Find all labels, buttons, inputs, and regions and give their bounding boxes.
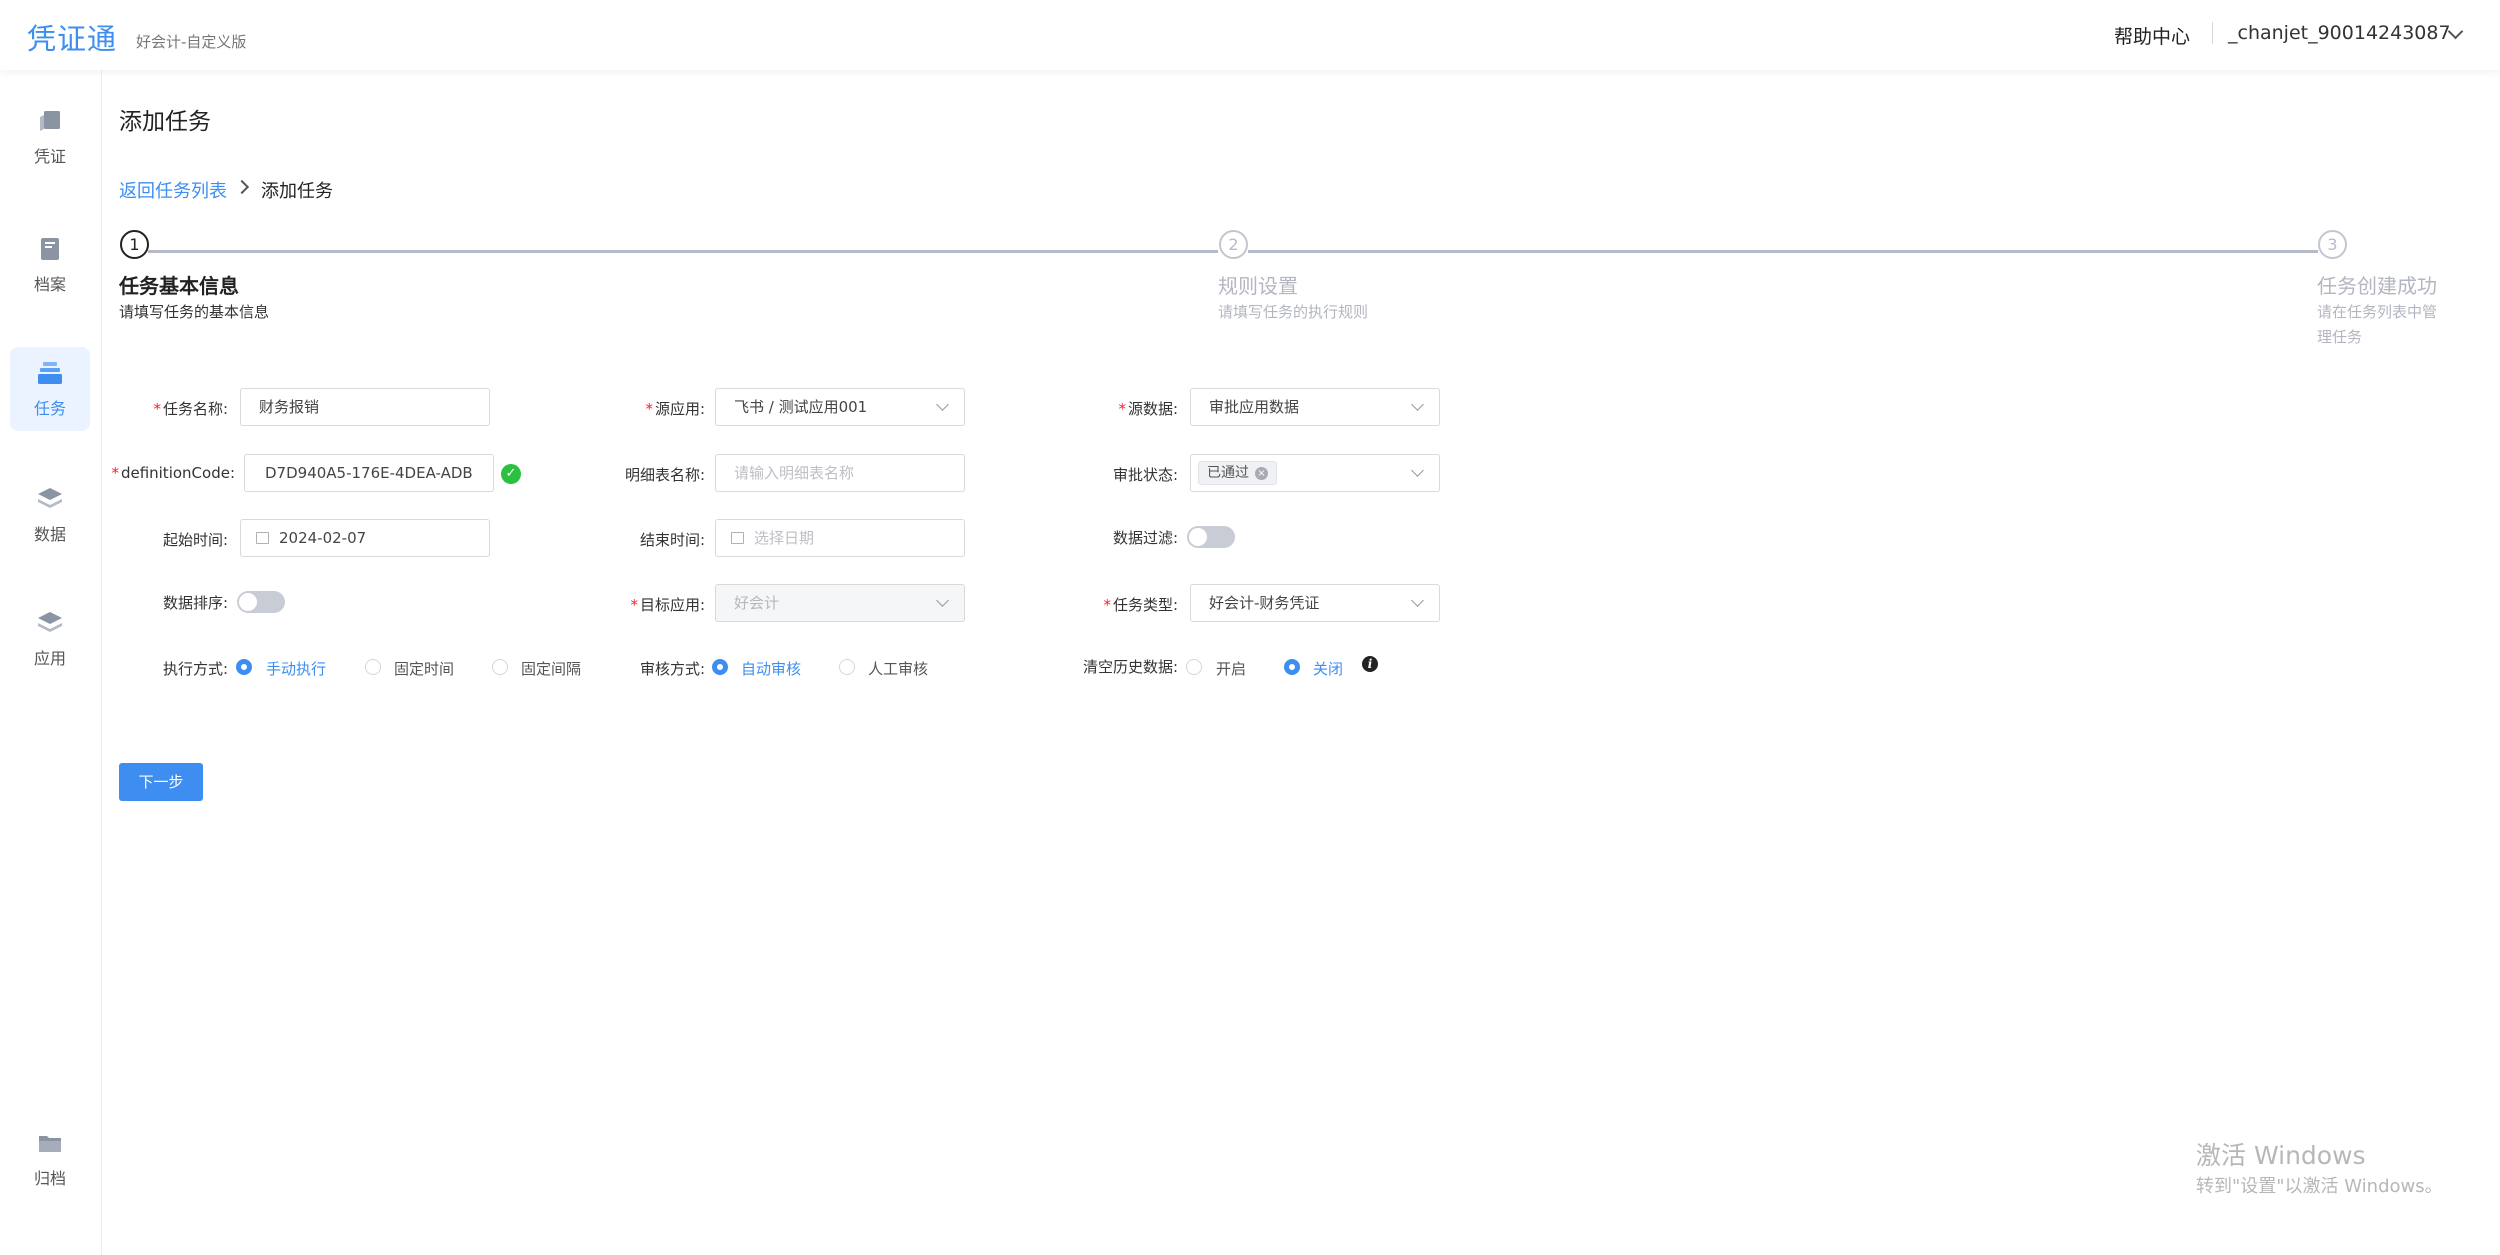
calendar-icon [731, 532, 744, 544]
radio-manual-review[interactable] [839, 659, 855, 675]
edition-label: 好会计-自定义版 [136, 33, 247, 51]
task-type-select[interactable]: 好会计-财务凭证 [1190, 584, 1440, 622]
detail-table-label: 明细表名称: [624, 466, 705, 484]
data-layers-icon [38, 488, 62, 508]
step-2-indicator: 2 [1219, 230, 1248, 259]
sidebar-item-label: 任务 [33, 399, 66, 418]
task-stack-icon [38, 362, 62, 384]
info-icon[interactable]: i [1362, 656, 1378, 672]
sidebar-item-data[interactable]: 数据 [10, 473, 90, 557]
next-step-button[interactable]: 下一步 [119, 763, 203, 801]
data-sort-switch[interactable] [237, 591, 285, 613]
radio-manual[interactable] [236, 659, 252, 675]
folder-icon [39, 1136, 61, 1152]
sidebar-item-folder[interactable]: 归档 [10, 1117, 90, 1201]
app-layers-icon [38, 612, 62, 632]
sidebar-item-archive[interactable]: 档案 [10, 223, 90, 307]
radio-auto-review-label[interactable]: 自动审核 [741, 658, 801, 679]
radio-auto-review[interactable] [712, 659, 728, 675]
end-time-label: 结束时间: [639, 531, 705, 549]
data-filter-switch[interactable] [1187, 526, 1235, 548]
sidebar-item-voucher[interactable]: 凭证 [10, 95, 90, 179]
radio-fixed-time[interactable] [365, 659, 381, 675]
step-2-desc: 请填写任务的执行规则 [1218, 303, 1369, 321]
sidebar-item-label: 档案 [33, 275, 66, 294]
sidebar-item-label: 凭证 [33, 147, 66, 166]
sidebar: 凭证 档案 任务 数据 应用 归档 [0, 70, 102, 1255]
step-3-title: 任务创建成功 [2317, 274, 2437, 298]
step-1-desc: 请填写任务的基本信息 [119, 303, 270, 321]
definition-code-input[interactable]: D7D940A5-176E-4DEA-ADB [244, 454, 494, 492]
radio-clear-on[interactable] [1186, 659, 1202, 675]
exec-mode-label: 执行方式: [162, 660, 228, 678]
sidebar-item-task[interactable]: 任务 [10, 347, 90, 431]
sidebar-item-app[interactable]: 应用 [10, 597, 90, 681]
step-1-indicator: 1 [120, 230, 149, 259]
radio-clear-off-label[interactable]: 关闭 [1313, 658, 1343, 679]
task-name-input[interactable]: 财务报销 [240, 388, 490, 426]
data-filter-label: 数据过滤: [1112, 529, 1178, 547]
source-data-label: * 源数据: [1118, 400, 1178, 418]
radio-manual-review-label[interactable]: 人工审核 [868, 658, 928, 679]
check-circle-icon: ✓ [501, 464, 521, 484]
task-name-label: * 任务名称: [153, 400, 228, 418]
step-connector [1248, 250, 2318, 253]
radio-clear-on-label[interactable]: 开启 [1216, 658, 1246, 679]
calendar-icon [256, 532, 269, 544]
radio-fixed-interval[interactable] [492, 659, 508, 675]
sidebar-item-label: 应用 [33, 649, 66, 668]
tag-close-icon[interactable]: × [1255, 467, 1268, 480]
user-menu[interactable]: _chanjet_90014243087 [2228, 22, 2451, 44]
sidebar-item-label: 归档 [33, 1169, 66, 1188]
step-1-title: 任务基本信息 [119, 274, 239, 298]
source-data-select[interactable]: 审批应用数据 [1190, 388, 1440, 426]
archive-book-icon [41, 238, 59, 260]
step-2-title: 规则设置 [1218, 274, 1298, 298]
radio-manual-label[interactable]: 手动执行 [266, 658, 326, 679]
header-divider [2212, 22, 2213, 44]
radio-fixed-interval-label[interactable]: 固定间隔 [521, 658, 581, 679]
start-time-label: 起始时间: [162, 531, 228, 549]
help-center-link[interactable]: 帮助中心 [2114, 22, 2190, 49]
breadcrumb-current: 添加任务 [261, 181, 333, 202]
clear-history-label: 清空历史数据: [1082, 658, 1178, 676]
source-app-select[interactable]: 飞书 / 测试应用001 [715, 388, 965, 426]
step-connector [148, 250, 1218, 253]
approval-status-label: 审批状态: [1112, 466, 1178, 484]
radio-clear-off[interactable] [1284, 659, 1300, 675]
chevron-right-icon [234, 179, 250, 195]
breadcrumb-back-link[interactable]: 返回任务列表 [119, 177, 227, 203]
end-time-picker[interactable]: 选择日期 [715, 519, 965, 557]
page-title: 添加任务 [119, 109, 211, 135]
sidebar-item-label: 数据 [33, 525, 66, 544]
target-app-select: 好会计 [715, 584, 965, 622]
radio-fixed-time-label[interactable]: 固定时间 [394, 658, 454, 679]
step-3-desc: 请在任务列表中管理任务 [2317, 303, 2438, 346]
activation-watermark-text: 转到"设置"以激活 Windows。 [2196, 1176, 2443, 1197]
app-logo[interactable]: 凭证通 [27, 16, 117, 58]
task-type-label: * 任务类型: [1103, 596, 1178, 614]
target-app-label: * 目标应用: [630, 596, 705, 614]
activation-watermark-title: 激活 Windows [2196, 1141, 2366, 1170]
top-header: 凭证通 好会计-自定义版 帮助中心 _chanjet_90014243087 [0, 0, 2500, 70]
voucher-icon [40, 111, 60, 131]
review-mode-label: 审核方式: [639, 660, 705, 678]
status-tag: 已通过 × [1198, 461, 1277, 485]
start-time-picker[interactable]: 2024-02-07 [240, 519, 490, 557]
detail-table-input[interactable]: 请输入明细表名称 [715, 454, 965, 492]
definition-code-label: * definitionCode: [111, 464, 235, 482]
data-sort-label: 数据排序: [162, 594, 228, 612]
step-3-indicator: 3 [2318, 230, 2347, 259]
source-app-label: * 源应用: [645, 400, 705, 418]
